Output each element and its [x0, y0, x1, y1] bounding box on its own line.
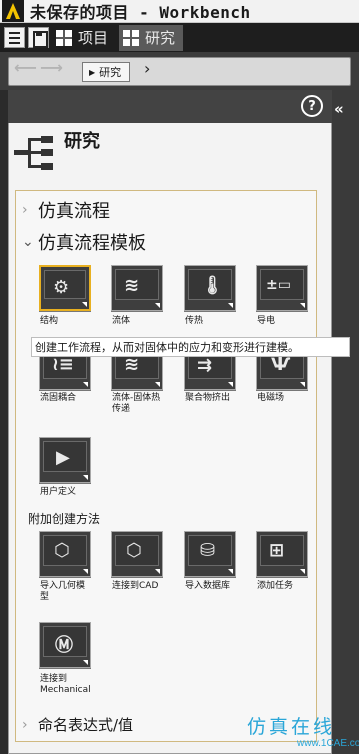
tile-import-database[interactable]: ⛁ [184, 531, 236, 577]
tile-fluid[interactable]: ≋ [111, 265, 163, 311]
tile-import-database-label: 导入数据库 [185, 581, 231, 591]
heat-flow-icon: ≋ [124, 354, 140, 375]
flow-lines-icon: ≋ [124, 275, 140, 296]
tile-electromagnetics-label: 电磁场 [257, 393, 285, 403]
tab-project-label: 项目 [78, 29, 109, 47]
chevron-down-icon: ⌄ [22, 234, 34, 250]
tile-heat-transfer-label: 传热 [185, 316, 204, 326]
tile-add-task-label: 添加任务 [257, 581, 294, 591]
breadcrumb-chevron-icon[interactable]: › [144, 59, 150, 78]
help-button[interactable]: ? [301, 95, 323, 117]
section-sim-templates-label: 仿真流程模板 [38, 233, 146, 254]
grid-icon [123, 29, 140, 46]
breadcrumb-marker-icon: ▶ [89, 67, 96, 77]
tab-project[interactable]: 项目 [52, 25, 116, 51]
tile-add-task[interactable]: ⊞ [256, 531, 308, 577]
tile-conduction[interactable]: ±▭ [256, 265, 308, 311]
tile-import-geometry[interactable]: ⬡ [39, 531, 91, 577]
play-script-icon: ▶ [56, 447, 70, 468]
tile-connect-mechanical[interactable]: Ⓜ [39, 622, 91, 668]
fsi-icon: ≀≡ [52, 354, 74, 375]
toolbar: 项目 研究 [0, 23, 359, 52]
thermometer-icon: 🌡 [201, 275, 224, 296]
watermark-text: 仿真在线 [247, 716, 336, 738]
mechanical-icon: Ⓜ [55, 635, 73, 656]
ansys-logo-icon [2, 0, 24, 22]
tile-connect-cad-label: 连接到CAD [112, 581, 159, 591]
section-sim-flow-label: 仿真流程 [38, 201, 110, 222]
collapse-panel-button[interactable]: « [334, 100, 344, 118]
section-sim-flow[interactable]: › 仿真流程 [22, 197, 110, 223]
electric-block-icon: ±▭ [266, 277, 291, 293]
cad-link-icon: ⬡ [126, 540, 142, 561]
database-icon: ⛁ [200, 540, 216, 561]
workspace-area [332, 90, 359, 754]
watermark-url: www.1CAE.com [297, 738, 359, 749]
breadcrumb-label: 研究 [99, 66, 122, 79]
tile-connect-mechanical-label: 连接到 Mechanical [40, 674, 91, 695]
add-task-icon: ⊞ [269, 540, 285, 561]
tile-structural-label: 结构 [40, 316, 59, 326]
tile-import-geometry-label: 导入几何模 型 [40, 581, 86, 602]
tile-user-defined[interactable]: ▶ [39, 437, 91, 483]
tooltip: 创建工作流程，从而对固体中的应力和变形进行建模。 [31, 337, 350, 357]
import-geometry-icon: ⬡ [54, 540, 70, 561]
panel-toolbar [8, 90, 332, 123]
forward-arrow-icon[interactable]: ⟶ [40, 58, 63, 77]
tile-fsi-label: 流固耦合 [40, 393, 77, 403]
tile-polymer-extrusion-label: 聚合物挤出 [185, 393, 231, 403]
tile-structural[interactable]: ⚙ [39, 265, 91, 311]
panel-title: 研究 [64, 131, 100, 152]
section-named-expressions-label: 命名表达式/值 [38, 716, 134, 734]
chevron-right-icon: › [22, 202, 28, 218]
window-title: 未保存的项目 - Workbench [30, 3, 251, 22]
menu-list-icon[interactable] [4, 27, 25, 48]
magnet-field-icon: Ѱ [271, 354, 291, 375]
section-sim-templates[interactable]: ⌄ 仿真流程模板 [22, 229, 146, 255]
tile-user-defined-label: 用户定义 [40, 487, 77, 497]
back-arrow-icon[interactable]: ⟵ [14, 58, 37, 77]
tooltip-text: 创建工作流程，从而对固体中的应力和变形进行建模。 [35, 341, 299, 354]
title-bar: 未保存的项目 - Workbench [0, 0, 359, 23]
tile-connect-cad[interactable]: ⬡ [111, 531, 163, 577]
study-tree-icon [14, 136, 54, 172]
section-named-expressions[interactable]: › 命名表达式/值 [22, 714, 133, 735]
gears-icon: ⚙ [53, 277, 70, 298]
tab-research[interactable]: 研究 [119, 24, 184, 51]
extrusion-icon: ⇉ [197, 355, 213, 376]
tile-fluid-label: 流体 [112, 316, 131, 326]
tile-conduction-label: 导电 [257, 316, 276, 326]
grid-icon [56, 29, 72, 46]
breadcrumb-item[interactable]: ▶ 研究 [82, 62, 131, 82]
additional-methods-heading: 附加创建方法 [28, 512, 101, 526]
tile-conjugate-heat-label: 流体-固体热 传递 [112, 393, 161, 414]
chevron-right-icon: › [22, 716, 28, 733]
tile-heat-transfer[interactable]: 🌡 [184, 265, 236, 311]
save-icon[interactable] [28, 27, 49, 48]
tab-research-label: 研究 [145, 29, 176, 47]
